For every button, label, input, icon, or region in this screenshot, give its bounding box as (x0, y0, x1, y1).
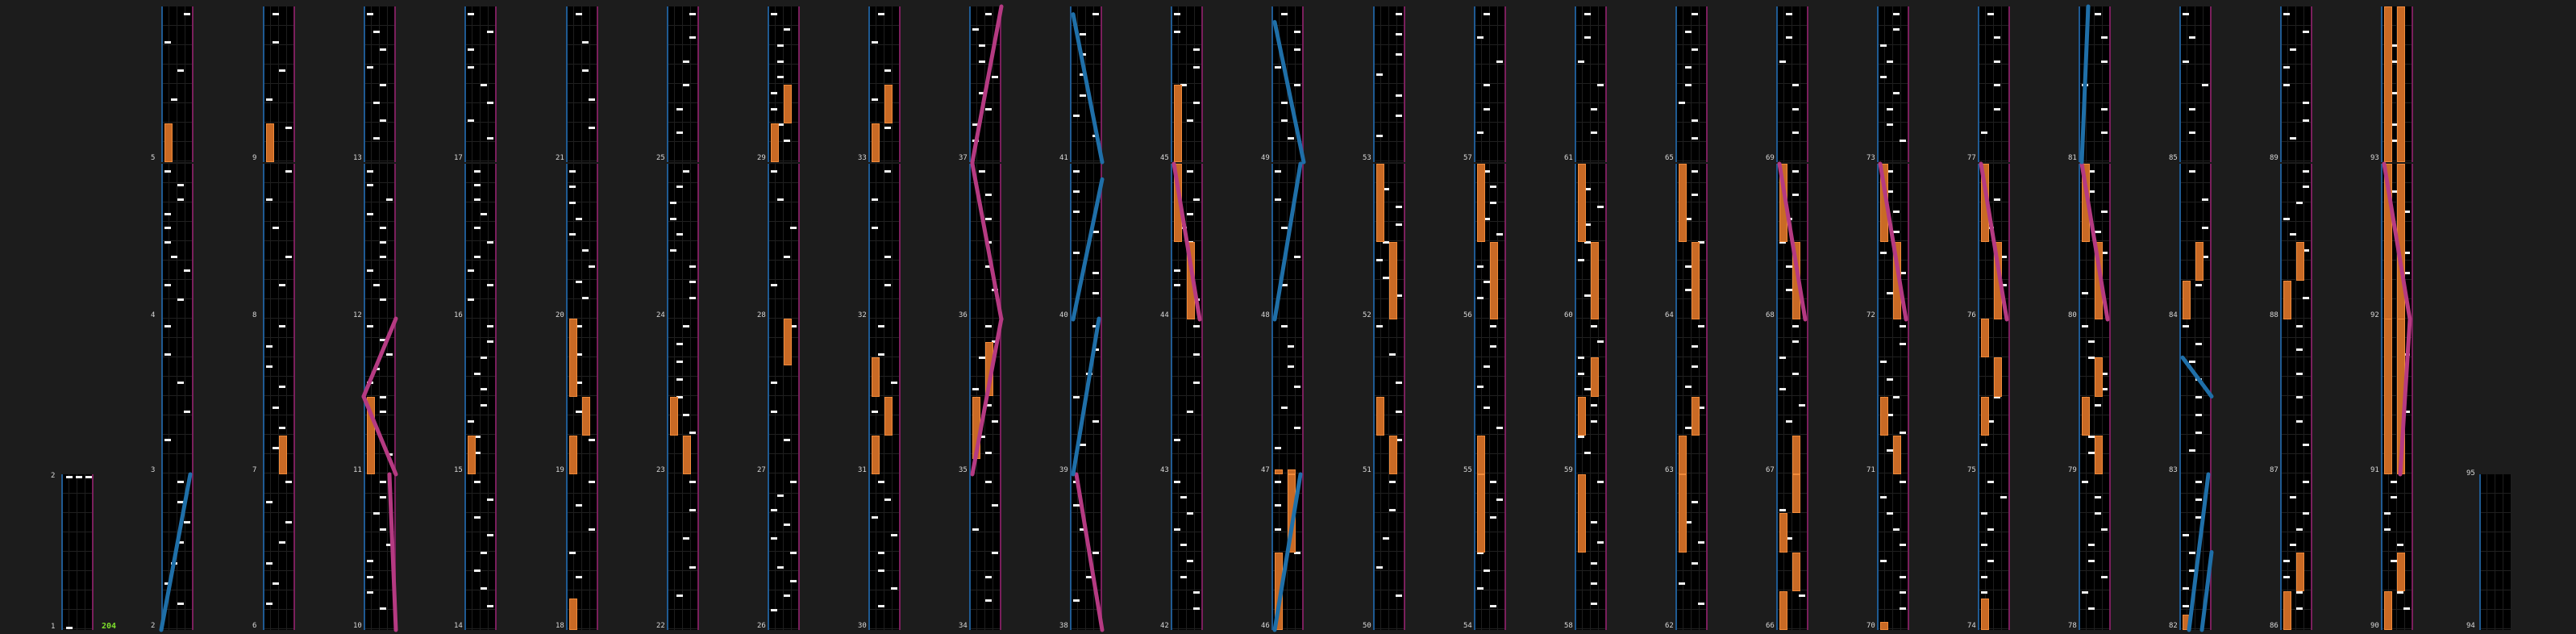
slide-path-pink (970, 4, 1004, 165)
slide-path-pink (2398, 316, 2412, 477)
slide-path-pink (1979, 161, 2009, 322)
slide-path-pink (970, 316, 1004, 477)
slide-path-blue (2079, 4, 2091, 165)
slide-paths (159, 4, 2412, 632)
slide-path-pink (1171, 161, 1202, 322)
slide-path-pink (2382, 161, 2412, 322)
slide-path-blue (159, 472, 193, 632)
slide-path-pink (1074, 472, 1105, 632)
slide-path-pink (1878, 161, 1908, 322)
slide-path-pink (970, 161, 1004, 322)
slide-path-blue (1272, 472, 1303, 632)
slide-path-pink (361, 316, 398, 398)
slide-path-blue (1071, 12, 1105, 165)
slide-path-pink (361, 394, 398, 477)
slide-path-blue (1272, 161, 1303, 322)
chart-stage: 1 2 204 2 3 4 5 6 7 8 9 10 11 12 13 14 15 16 17 18 19 20 21 22 2… (0, 0, 2576, 634)
slide-path-blue (1071, 316, 1101, 477)
slide-path-pink (2079, 161, 2110, 322)
slide-path-blue (1071, 177, 1105, 322)
slide-path-blue (2180, 355, 2214, 398)
slide-path-pink (1777, 161, 1808, 322)
slide-path-blue (2199, 550, 2214, 632)
slide-path-pink (387, 472, 398, 632)
slide-path-blue (1272, 19, 1306, 165)
